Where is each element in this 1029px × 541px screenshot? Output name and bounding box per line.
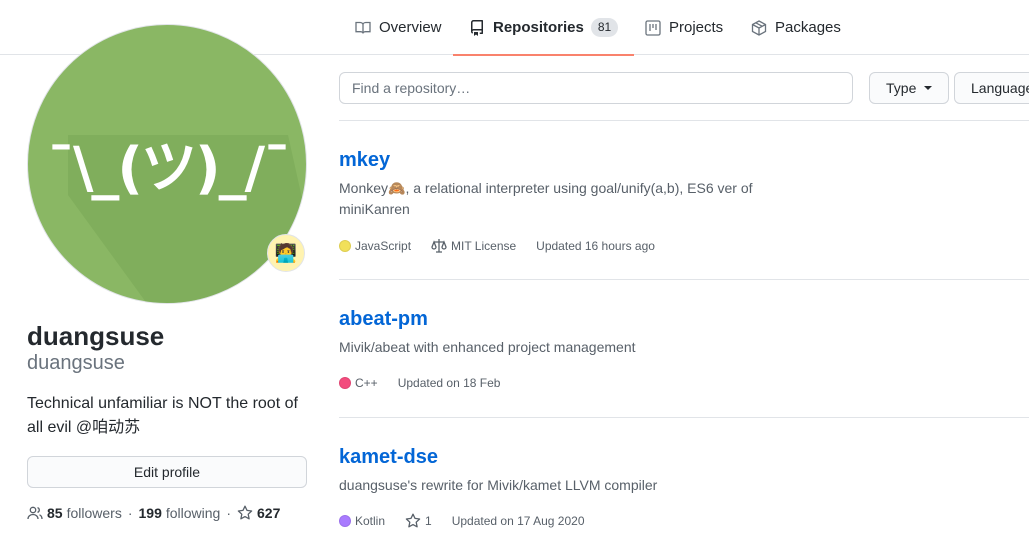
repo-description: Monkey🙈, a relational interpreter using … — [339, 180, 753, 217]
repo-name-link[interactable]: mkey — [339, 149, 390, 172]
repo-description: Mivik/abeat with enhanced project manage… — [339, 339, 636, 355]
repo-language: JavaScript — [339, 239, 411, 253]
repo-stars-link[interactable]: 1 — [405, 513, 432, 529]
edit-profile-button[interactable]: Edit profile — [27, 456, 307, 488]
language-filter-label: Language — [971, 80, 1029, 96]
separator-dot: · — [127, 505, 133, 521]
following-count: 199 — [138, 505, 162, 521]
type-filter-dropdown[interactable]: Type — [869, 72, 950, 104]
star-icon — [405, 513, 421, 528]
tab-packages[interactable]: Packages — [751, 0, 841, 55]
project-icon — [645, 19, 661, 36]
people-icon — [27, 506, 43, 520]
package-icon — [751, 19, 767, 36]
repo-list-item: mkey Monkey🙈, a relational interpreter u… — [339, 121, 1029, 280]
avatar-container: ¯\_(ツ)_/¯ 🧑‍💻 — [27, 24, 307, 304]
repo-language-label: JavaScript — [355, 239, 412, 253]
followers-link[interactable]: 85 followers — [47, 505, 122, 521]
law-icon — [431, 239, 447, 253]
tab-projects-label: Projects — [669, 19, 724, 36]
repo-icon — [471, 19, 483, 36]
repo-name-link[interactable]: abeat-pm — [339, 308, 428, 331]
repo-meta: Kotlin 1 Updated on 17 Aug 2020 — [339, 513, 605, 529]
repositories-count-badge: 81 — [590, 18, 619, 37]
repo-language-label: Kotlin — [355, 514, 386, 528]
separator-dot: · — [226, 505, 232, 521]
repo-license: MIT License — [431, 238, 516, 254]
repo-updated: Updated on 17 Aug 2020 — [451, 514, 585, 528]
caret-down-icon — [924, 86, 933, 90]
stars-count: 627 — [257, 505, 281, 521]
repo-meta: JavaScript MIT License Updated 16 hours … — [339, 238, 675, 254]
tab-overview-label: Overview — [379, 19, 442, 36]
followers-count: 85 — [47, 505, 63, 521]
repo-language-label: C++ — [355, 376, 378, 390]
repo-updated: Updated 16 hours ago — [536, 239, 655, 253]
find-repository-input[interactable] — [339, 72, 853, 104]
stars-link[interactable]: 627 — [237, 505, 284, 521]
repo-name-link[interactable]: kamet-dse — [339, 446, 438, 469]
repo-description: duangsuse's rewrite for Mivik/kamet LLVM… — [339, 477, 658, 493]
tab-overview[interactable]: Overview — [355, 0, 442, 55]
followers-label: followers — [66, 505, 122, 521]
repo-updated: Updated on 18 Feb — [397, 376, 501, 390]
tab-projects[interactable]: Projects — [645, 0, 723, 55]
profile-login: duangsuse — [27, 352, 125, 374]
type-filter-label: Type — [886, 80, 917, 96]
status-emoji-badge[interactable]: 🧑‍💻 — [267, 234, 305, 272]
language-color-dot — [339, 377, 351, 389]
following-label: following — [165, 505, 221, 521]
repo-language: C++ — [339, 376, 378, 390]
star-icon — [237, 505, 253, 520]
tab-repositories-label: Repositories — [493, 19, 584, 36]
repo-stars-count: 1 — [425, 514, 432, 528]
repo-language: Kotlin — [339, 514, 385, 528]
tab-repositories[interactable]: Repositories 81 — [452, 0, 635, 56]
profile-bio: Technical unfamiliar is NOT the root of … — [27, 395, 298, 436]
language-color-dot — [339, 515, 351, 527]
language-color-dot — [339, 240, 351, 252]
book-icon — [355, 21, 371, 34]
language-filter-dropdown[interactable]: Language — [954, 72, 1029, 104]
repo-license-label: MIT License — [451, 239, 517, 253]
repo-meta: C++ Updated on 18 Feb — [339, 376, 520, 390]
repo-list-item: abeat-pm Mivik/abeat with enhanced proje… — [339, 280, 1029, 418]
follow-stats: 85 followers · 199 following · 627 — [27, 505, 284, 521]
repo-list-item: kamet-dse duangsuse's rewrite for Mivik/… — [339, 418, 1029, 541]
tab-packages-label: Packages — [775, 19, 841, 36]
avatar-shrug-text: ¯\_(ツ)_/¯ — [46, 136, 291, 201]
profile-name: duangsuse — [27, 321, 165, 351]
avatar[interactable]: ¯\_(ツ)_/¯ — [27, 24, 307, 304]
following-link[interactable]: 199 following — [139, 505, 221, 521]
